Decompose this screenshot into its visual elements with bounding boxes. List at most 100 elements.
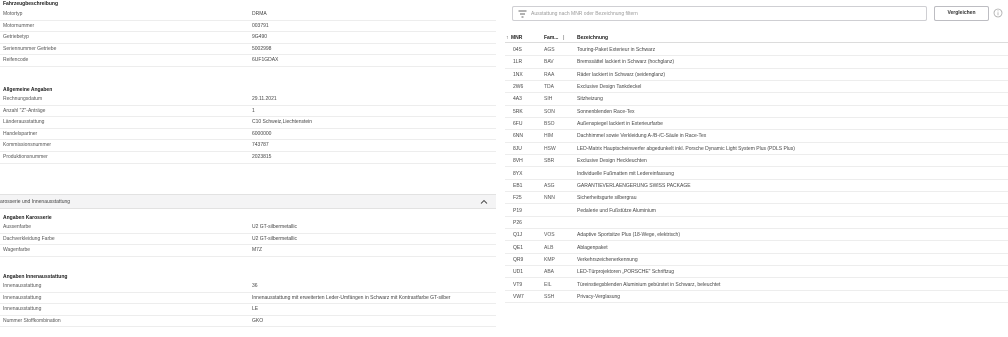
equipment-description: Räder lackiert in Schwarz (seidenglanz) bbox=[577, 71, 666, 78]
compare-button[interactable]: Vergleichen bbox=[934, 6, 989, 21]
spec-label: Motornummer bbox=[3, 22, 35, 29]
equipment-search[interactable] bbox=[512, 6, 927, 21]
equipment-row[interactable]: 8JU HSW LED-Matrix Hauptscheinwerfer abged… bbox=[505, 143, 1008, 155]
equipment-row[interactable]: 6NN HIM Dachhimmel sowie Verkleidung A-/B-… bbox=[505, 130, 1008, 143]
equipment-row[interactable]: 8VH SBR Exclusive Design Heckleuchten bbox=[505, 155, 1008, 168]
equipment-row[interactable]: VW7 SSH Privacy-Verglasung bbox=[505, 291, 1008, 304]
equipment-family: RAA bbox=[544, 71, 555, 78]
filter-icon bbox=[518, 10, 527, 18]
equipment-description: Bremssättel lackiert in Schwarz (hochgla… bbox=[577, 59, 674, 66]
spec-value: 6000000 bbox=[252, 130, 272, 137]
spec-label: Nummer Stoffkombination bbox=[3, 317, 61, 324]
equipment-row[interactable]: 1LR BAV Bremssättel lackiert in Schwarz (h… bbox=[505, 56, 1008, 69]
spec-row: Anzahl "Z"-Anträge 1 bbox=[0, 106, 496, 118]
spec-row: Reifencode 6UF1GDAX bbox=[0, 55, 496, 67]
equipment-family: HSW bbox=[544, 145, 556, 152]
equipment-row[interactable]: P19 Pedalerie und Fußstütze Aluminium bbox=[505, 205, 1008, 217]
equipment-mnr: P19 bbox=[513, 207, 522, 214]
equipment-row[interactable]: QE1 ALB Ablagenpaket bbox=[505, 242, 1008, 254]
equipment-description: Außenspiegel lackiert in Exterieurfarbe bbox=[577, 121, 663, 128]
equipment-family: NNN bbox=[544, 195, 555, 202]
equipment-row[interactable]: 2W6 TDA Exclusive Design Tankdeckel bbox=[505, 81, 1008, 94]
spec-row: Wagenfarbe M7Z bbox=[0, 245, 496, 257]
spec-row: Innenausstattung Innenausstattung mit erw… bbox=[0, 293, 496, 305]
spec-row: Nummer Stoffkombination GKO bbox=[0, 316, 496, 328]
equipment-family: SIH bbox=[544, 96, 553, 103]
spec-row: Länderausstattung C10 Schweiz,Liechtenste… bbox=[0, 117, 496, 129]
equipment-description: Sicherheitsgurte silbergrau bbox=[577, 195, 637, 202]
spec-value: 003791 bbox=[252, 22, 269, 29]
spec-label: Rechnungsdatum bbox=[3, 96, 43, 102]
equipment-mnr: QE1 bbox=[513, 244, 524, 251]
equipment-row[interactable]: 4A3 SIH Sitzheizung bbox=[505, 93, 1008, 106]
equipment-mnr: UD1 bbox=[513, 269, 524, 276]
spec-label: Innenausstattung bbox=[3, 283, 42, 289]
equipment-description: Exclusive Design Heckleuchten bbox=[577, 158, 647, 165]
equipment-description: Sitzheizung bbox=[577, 96, 603, 103]
equipment-row[interactable]: P26 bbox=[505, 217, 1008, 230]
equipment-description: Dachhimmel sowie Verkleidung A-/B-/C-Säu… bbox=[577, 133, 707, 140]
spec-label: Motortyp bbox=[3, 11, 23, 17]
spec-value: 29.11.2021 bbox=[252, 96, 277, 102]
equipment-family: SON bbox=[544, 108, 555, 115]
spec-value: 5002998 bbox=[252, 45, 272, 52]
equipment-family: HIM bbox=[544, 133, 554, 140]
equipment-family: BSO bbox=[544, 121, 555, 128]
equipment-mnr: EB1 bbox=[513, 182, 523, 189]
equipment-row[interactable]: 6FU BSO Außenspiegel lackiert in Exterieur… bbox=[505, 118, 1008, 131]
equipment-row[interactable]: 04S AGS Touring-Paket Exterieur in Schwarz bbox=[505, 44, 1008, 57]
info-icon[interactable] bbox=[993, 8, 1003, 18]
vehicle-spec-list: Motortyp DRMA Motornummer 003791 Getriebetyp… bbox=[0, 9, 496, 67]
equipment-family: TDA bbox=[544, 84, 554, 91]
spec-label: Getriebetyp bbox=[3, 34, 29, 41]
spec-row: Seriennummer Getriebe 5002998 bbox=[0, 44, 496, 56]
equipment-family: BAV bbox=[544, 59, 554, 66]
spec-value: 9G490 bbox=[252, 34, 268, 41]
spec-label: Dachverkleidung Farbe bbox=[3, 235, 55, 242]
equipment-description: Türeinstiegsblenden Aluminium gebürstet … bbox=[577, 281, 721, 288]
equipment-row[interactable]: F25 NNN Sicherheitsgurte silbergrau bbox=[505, 192, 1008, 205]
equipment-search-input[interactable] bbox=[531, 9, 921, 19]
spec-value: M7Z bbox=[252, 247, 262, 254]
column-description[interactable]: Bezeichnung bbox=[577, 35, 608, 41]
spec-label: Kommissionsnummer bbox=[3, 142, 52, 149]
equipment-row[interactable]: 5RK SON Sonnenblenden Race-Tex bbox=[505, 106, 1008, 118]
equipment-mnr: 04S bbox=[513, 47, 522, 53]
equipment-description: Pedalerie und Fußstütze Aluminium bbox=[577, 207, 656, 214]
spec-label: Anzahl "Z"-Anträge bbox=[3, 107, 46, 114]
spec-row: Handelspartner 6000000 bbox=[0, 129, 496, 141]
spec-value: DRMA bbox=[252, 11, 267, 17]
accordion-title: arosserie und Innenausstattung bbox=[0, 199, 71, 205]
equipment-family: AGS bbox=[544, 47, 555, 53]
equipment-mnr: 8YX bbox=[513, 170, 523, 177]
equipment-row[interactable]: 8YX Individuelle Fußmatten mit Ledereinfa… bbox=[505, 168, 1008, 180]
equipment-mnr: 1LR bbox=[513, 59, 523, 66]
spec-row: Produktionsnummer 2023815 bbox=[0, 152, 496, 164]
body-spec-list: Aussenfarbe U2 GT-silbermetallic Dachverkl… bbox=[0, 222, 496, 257]
equipment-description: Verkehrszeichenerkennung bbox=[577, 256, 638, 263]
equipment-family: SSH bbox=[544, 294, 555, 300]
general-spec-list: Rechnungsdatum 29.11.2021 Anzahl "Z"-Anträ… bbox=[0, 94, 496, 164]
spec-label: Aussenfarbe bbox=[3, 224, 32, 230]
equipment-mnr: VW7 bbox=[513, 294, 524, 300]
equipment-description: Exclusive Design Tankdeckel bbox=[577, 84, 642, 91]
equipment-family: ALB bbox=[544, 244, 554, 251]
spec-label: Produktionsnummer bbox=[3, 153, 48, 160]
equipment-table-header: ↑ MNR Fam... | Bezeichnung bbox=[505, 34, 1008, 43]
equipment-row[interactable]: UD1 ABA LED-Türprojektoren „PORSCHE" Schri… bbox=[505, 266, 1008, 279]
chevron-up-icon bbox=[480, 199, 488, 204]
sort-asc-icon[interactable]: ↑ bbox=[506, 35, 509, 41]
section-title-general: Allgemeine Angaben bbox=[3, 87, 53, 93]
accordion-body-interior[interactable]: arosserie und Innenausstattung bbox=[0, 194, 496, 209]
equipment-row[interactable]: EB1 ASG GARANTIEVERLAENGERUNG SWISS PACKAG… bbox=[505, 180, 1008, 193]
equipment-panel: Vergleichen ↑ MNR Fam... | Bezeichnung 0… bbox=[505, 0, 1008, 337]
equipment-row[interactable]: Q1J VOS Adaptive Sportsitze Plus (18-Wege,… bbox=[505, 229, 1008, 242]
equipment-description: GARANTIEVERLAENGERUNG SWISS PACKAGE bbox=[577, 182, 691, 189]
column-family[interactable]: Fam... bbox=[544, 35, 558, 41]
equipment-row[interactable]: 1NX RAA Räder lackiert in Schwarz (seideng… bbox=[505, 69, 1008, 81]
spec-value: 743787 bbox=[252, 142, 269, 149]
equipment-family: EIL bbox=[544, 281, 552, 288]
equipment-row[interactable]: VT9 EIL Türeinstiegsblenden Aluminium gebü… bbox=[505, 279, 1008, 291]
column-mnr[interactable]: MNR bbox=[511, 35, 522, 41]
equipment-row[interactable]: QR9 KMP Verkehrszeichenerkennung bbox=[505, 254, 1008, 267]
